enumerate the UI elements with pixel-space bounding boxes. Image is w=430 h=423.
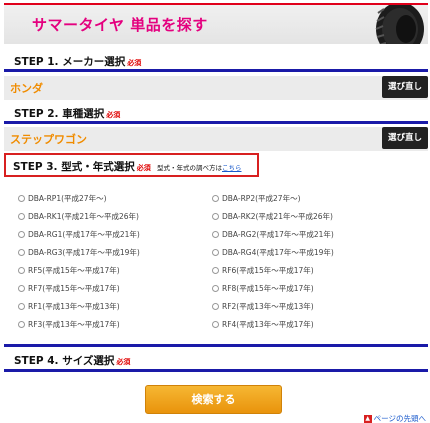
step1-label: STEP 1. メーカー選択 — [14, 56, 126, 68]
option-rk1[interactable]: DBA-RK1(平成21年〜平成26年) — [18, 209, 139, 223]
option-rf8[interactable]: RF8(平成15年〜平成17年) — [212, 281, 314, 295]
tire-image — [375, 5, 424, 44]
lookup-hint-text: 型式・年式の調べ方は — [157, 164, 222, 172]
radio-button[interactable] — [212, 302, 219, 310]
option-rf2[interactable]: RF2(平成13年〜平成13年) — [212, 299, 314, 313]
required-badge: 必須 — [136, 164, 151, 172]
radio-button[interactable] — [18, 320, 25, 328]
option-rf5[interactable]: RF5(平成15年〜平成17年) — [18, 263, 120, 277]
option-rf6[interactable]: RF6(平成15年〜平成17年) — [212, 263, 314, 277]
radio-button[interactable] — [212, 212, 219, 220]
radio-button[interactable] — [18, 212, 25, 220]
model-redo-button[interactable]: 選び直し — [382, 127, 428, 149]
option-rf7[interactable]: RF7(平成15年〜平成17年) — [18, 281, 120, 295]
radio-button[interactable] — [212, 284, 219, 292]
option-rg2[interactable]: DBA-RG2(平成17年〜平成21年) — [212, 227, 334, 241]
radio-button[interactable] — [212, 248, 219, 256]
step1-title: STEP 1. メーカー選択 必須 — [14, 54, 141, 69]
required-badge: 必須 — [106, 111, 121, 119]
maker-redo-button[interactable]: 選び直し — [382, 76, 428, 98]
selected-maker: ホンダ — [10, 82, 43, 95]
radio-button[interactable] — [18, 302, 25, 310]
search-button[interactable]: 検索する — [145, 385, 282, 414]
radio-button[interactable] — [212, 194, 219, 202]
step4-header: STEP 4. サイズ選択 必須 — [4, 344, 428, 372]
radio-button[interactable] — [212, 230, 219, 238]
model-year-options: DBA-RP1(平成27年〜) DBA-RP2(平成27年〜) DBA-RK1(… — [4, 183, 428, 341]
step2-header: STEP 2. 車種選択 必須 — [4, 101, 428, 124]
step4-title: STEP 4. サイズ選択 必須 — [14, 353, 130, 368]
step2-title: STEP 2. 車種選択 必須 — [14, 106, 120, 121]
step4-label: STEP 4. サイズ選択 — [14, 355, 115, 367]
option-rk2[interactable]: DBA-RK2(平成21年〜平成26年) — [212, 209, 333, 223]
required-badge: 必須 — [127, 59, 142, 67]
required-badge: 必須 — [116, 358, 131, 366]
radio-button[interactable] — [18, 230, 25, 238]
banner: サマータイヤ 単品を探す — [4, 3, 428, 44]
radio-button[interactable] — [18, 194, 25, 202]
option-rf3[interactable]: RF3(平成13年〜平成17年) — [18, 317, 120, 331]
lookup-hint: 型式・年式の調べ方はこちら — [157, 162, 242, 172]
step1-selection: ホンダ 選び直し — [4, 76, 428, 100]
lookup-link[interactable]: こちら — [222, 164, 242, 172]
step3-header: STEP 3. 型式・年式選択 必須 型式・年式の調べ方はこちら — [4, 153, 259, 177]
radio-button[interactable] — [18, 284, 25, 292]
selected-model: ステップワゴン — [10, 133, 87, 146]
step3-title: STEP 3. 型式・年式選択 必須 — [13, 159, 151, 174]
radio-button[interactable] — [18, 248, 25, 256]
radio-button[interactable] — [18, 266, 25, 274]
step2-label: STEP 2. 車種選択 — [14, 108, 105, 120]
option-rg4[interactable]: DBA-RG4(平成17年〜平成19年) — [212, 245, 334, 259]
option-rp2[interactable]: DBA-RP2(平成27年〜) — [212, 191, 301, 205]
page-top-link[interactable]: ▲ ページの先頭へ — [363, 413, 426, 423]
option-rg1[interactable]: DBA-RG1(平成17年〜平成21年) — [18, 227, 140, 241]
option-rp1[interactable]: DBA-RP1(平成27年〜) — [18, 191, 107, 205]
arrow-up-icon: ▲ — [363, 414, 372, 423]
radio-button[interactable] — [212, 320, 219, 328]
option-rf1[interactable]: RF1(平成13年〜平成13年) — [18, 299, 120, 313]
banner-title: サマータイヤ 単品を探す — [32, 16, 208, 34]
step3-label: STEP 3. 型式・年式選択 — [13, 161, 135, 173]
step2-selection: ステップワゴン 選び直し — [4, 127, 428, 151]
step1-header: STEP 1. メーカー選択 必須 — [4, 49, 428, 72]
option-rf4[interactable]: RF4(平成13年〜平成17年) — [212, 317, 314, 331]
radio-button[interactable] — [212, 266, 219, 274]
page-top-label: ページの先頭へ — [373, 414, 426, 423]
option-rg3[interactable]: DBA-RG3(平成17年〜平成19年) — [18, 245, 140, 259]
